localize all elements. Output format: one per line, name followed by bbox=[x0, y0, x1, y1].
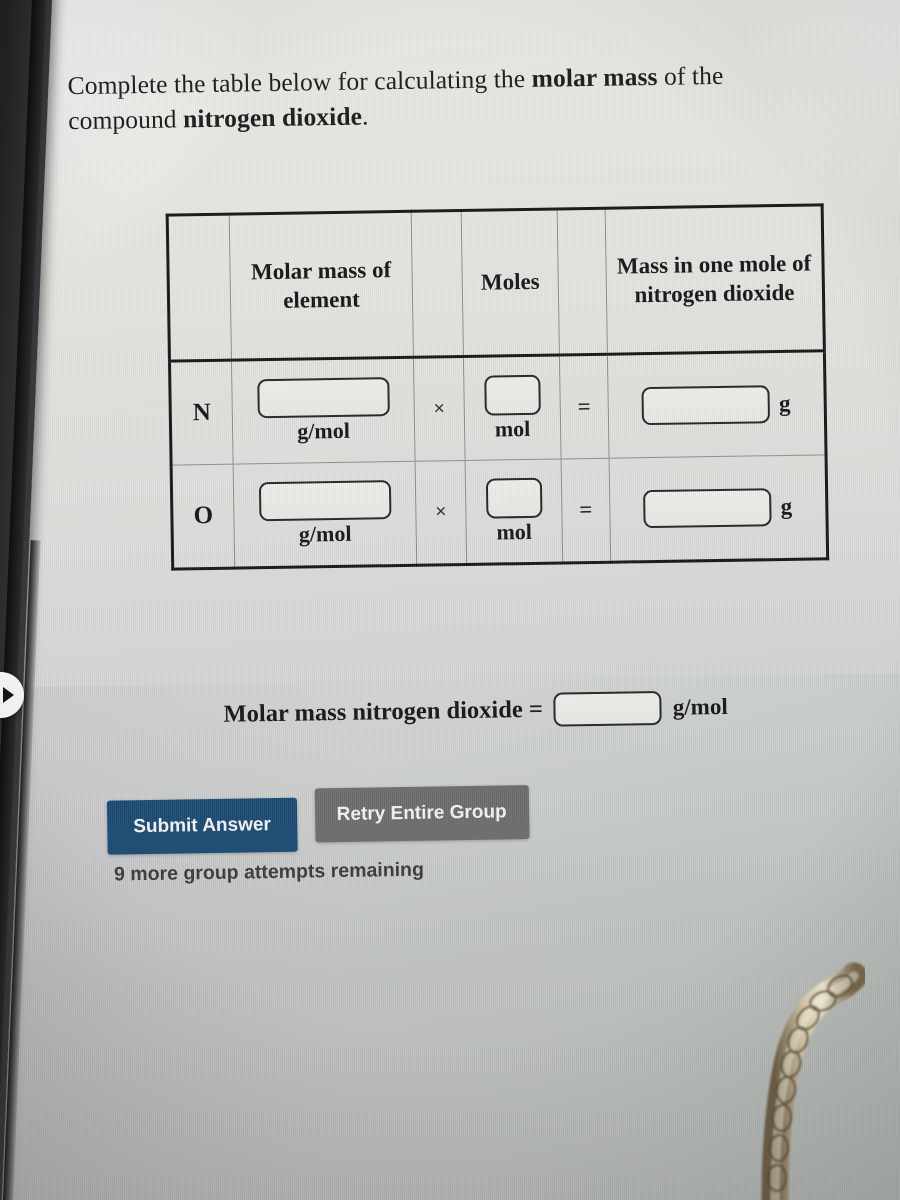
row-nitrogen-equals-cell: = bbox=[559, 354, 610, 459]
molar-mass-input-nitrogen[interactable] bbox=[256, 377, 390, 419]
table-row: O g/mol × mol = g bbox=[171, 454, 828, 570]
screen-surface: Complete the table below for calculating… bbox=[0, 0, 900, 1200]
table-row: N g/mol × mol = g bbox=[169, 350, 827, 466]
header-molar-mass: Molar mass of element bbox=[229, 211, 414, 361]
multiply-operator-icon: × bbox=[435, 501, 447, 523]
row-nitrogen-mass-cell: g bbox=[607, 350, 827, 459]
row-nitrogen-molar-mass-cell: g/mol bbox=[231, 357, 416, 465]
moles-input-nitrogen[interactable] bbox=[483, 374, 541, 416]
unit-g-per-mol-nitrogen: g/mol bbox=[297, 417, 351, 444]
worksheet-content: Complete the table below for calculating… bbox=[0, 0, 900, 1200]
attempts-remaining-text: 9 more group attempts remaining bbox=[113, 858, 425, 886]
equals-operator-icon: = bbox=[577, 394, 591, 420]
prompt-emphasis-compound: nitrogen dioxide bbox=[182, 101, 363, 134]
moles-input-oxygen[interactable] bbox=[485, 477, 542, 519]
submit-answer-button[interactable]: Submit Answer bbox=[106, 797, 298, 855]
equals-operator-icon: = bbox=[579, 496, 593, 523]
molar-mass-table: Molar mass of element Moles Mass in one … bbox=[165, 203, 830, 571]
element-symbol-nitrogen: N bbox=[192, 398, 212, 427]
row-oxygen-element-cell: O bbox=[171, 464, 235, 570]
row-nitrogen-moles-cell: mol bbox=[463, 354, 562, 461]
molar-mass-table-wrapper: Molar mass of element Moles Mass in one … bbox=[165, 203, 830, 571]
header-multiply-spacer bbox=[411, 210, 464, 358]
question-prompt: Complete the table below for calculating… bbox=[67, 56, 838, 138]
chevron-right-icon bbox=[2, 687, 14, 703]
row-oxygen-multiply-cell: × bbox=[415, 460, 467, 566]
row-nitrogen-multiply-cell: × bbox=[413, 356, 466, 462]
total-molar-mass-row: Molar mass nitrogen dioxide = g/mol bbox=[223, 690, 728, 732]
row-oxygen-moles-cell: mol bbox=[465, 458, 563, 565]
unit-g-oxygen: g bbox=[780, 493, 793, 520]
mass-input-oxygen[interactable] bbox=[643, 488, 772, 529]
total-molar-mass-label: Molar mass nitrogen dioxide = bbox=[223, 695, 544, 728]
table-header: Molar mass of element Moles Mass in one … bbox=[167, 204, 825, 362]
header-mass-in-one-mole: Mass in one mole of nitrogen dioxide bbox=[605, 204, 825, 355]
header-moles: Moles bbox=[461, 209, 560, 357]
row-oxygen-mass-cell: g bbox=[609, 454, 828, 563]
prompt-text-part1: Complete the table below for calculating… bbox=[67, 63, 532, 101]
table-header-row: Molar mass of element Moles Mass in one … bbox=[167, 204, 825, 362]
unit-g-per-mol-total: g/mol bbox=[672, 693, 728, 720]
multiply-operator-icon: × bbox=[433, 398, 445, 420]
total-molar-mass-input[interactable] bbox=[553, 690, 663, 727]
unit-mol-oxygen: mol bbox=[496, 518, 533, 544]
header-equals-spacer bbox=[557, 208, 608, 355]
row-nitrogen-element-cell: N bbox=[169, 360, 234, 466]
header-element bbox=[167, 214, 232, 362]
photographed-screen-scene: Complete the table below for calculating… bbox=[0, 0, 900, 1200]
unit-mol-nitrogen: mol bbox=[494, 415, 531, 442]
unit-g-nitrogen: g bbox=[778, 390, 791, 417]
prompt-emphasis-molar-mass: molar mass bbox=[531, 61, 658, 93]
action-button-row: Submit Answer Retry Entire Group bbox=[106, 785, 530, 855]
element-symbol-oxygen: O bbox=[193, 501, 214, 530]
row-oxygen-molar-mass-cell: g/mol bbox=[233, 461, 417, 569]
mass-input-nitrogen[interactable] bbox=[641, 385, 771, 426]
molar-mass-input-oxygen[interactable] bbox=[258, 480, 391, 522]
table-body: N g/mol × mol = g O g/mol × mol = g bbox=[169, 350, 828, 570]
retry-entire-group-button[interactable]: Retry Entire Group bbox=[314, 785, 530, 843]
row-oxygen-equals-cell: = bbox=[561, 458, 611, 563]
unit-g-per-mol-oxygen: g/mol bbox=[298, 520, 352, 547]
prompt-text-part3: . bbox=[361, 101, 369, 131]
